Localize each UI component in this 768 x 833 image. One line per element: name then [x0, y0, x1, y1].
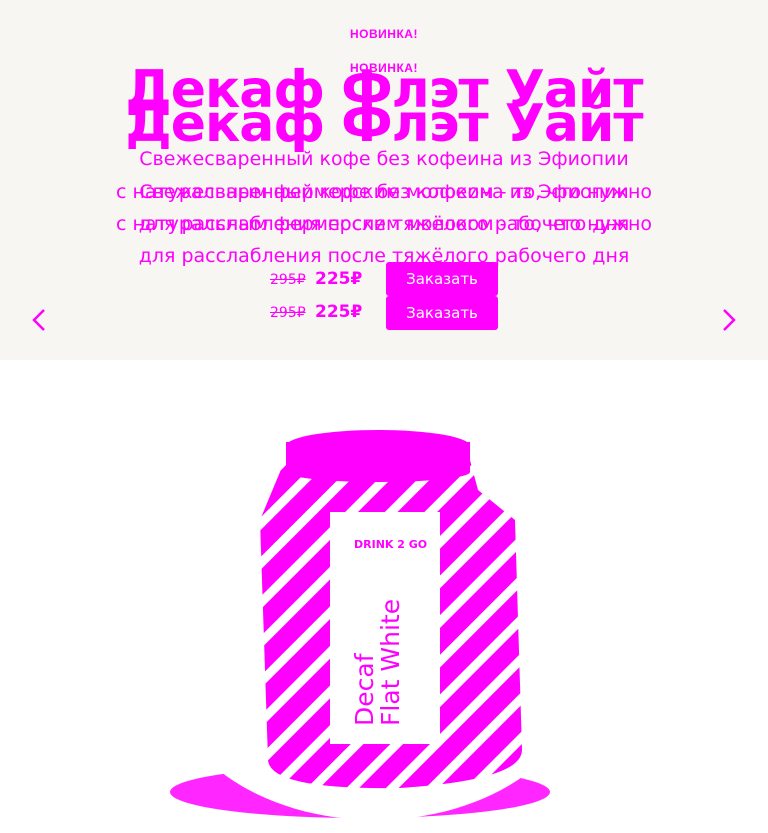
product-description-line: для расслабления после тяжёлого рабочего… — [138, 245, 630, 267]
product-can-name: Decaf — [350, 652, 379, 726]
brand-logo: DRINK 2 GO — [354, 538, 427, 551]
new-badge: НОВИНКА! — [350, 27, 418, 41]
order-button[interactable]: Заказать — [386, 296, 498, 330]
product-description-line: Свежесваренный кофе без кофеина из Эфиоп… — [139, 181, 629, 203]
current-price: 225₽ — [315, 269, 363, 289]
old-price: 295₽ — [270, 305, 306, 321]
old-price: 295₽ — [270, 272, 306, 288]
product-description-line: Свежесваренный кофе без кофеина из Эфиоп… — [139, 148, 629, 170]
product-can-image: DRINK 2 GO Decaf Flat White — [160, 420, 600, 828]
product-can-name: Flat White — [376, 599, 405, 726]
chevron-right-icon[interactable] — [716, 306, 740, 334]
hero-slider: НОВИНКА! Декаф Флэт Уайт с натуральным ф… — [0, 0, 768, 360]
new-badge: НОВИНКА! — [350, 61, 418, 75]
chevron-left-icon[interactable] — [28, 306, 52, 334]
product-description-line: с натуральным фермерским молоком - то, ч… — [115, 213, 653, 235]
current-price: 225₽ — [315, 302, 363, 322]
